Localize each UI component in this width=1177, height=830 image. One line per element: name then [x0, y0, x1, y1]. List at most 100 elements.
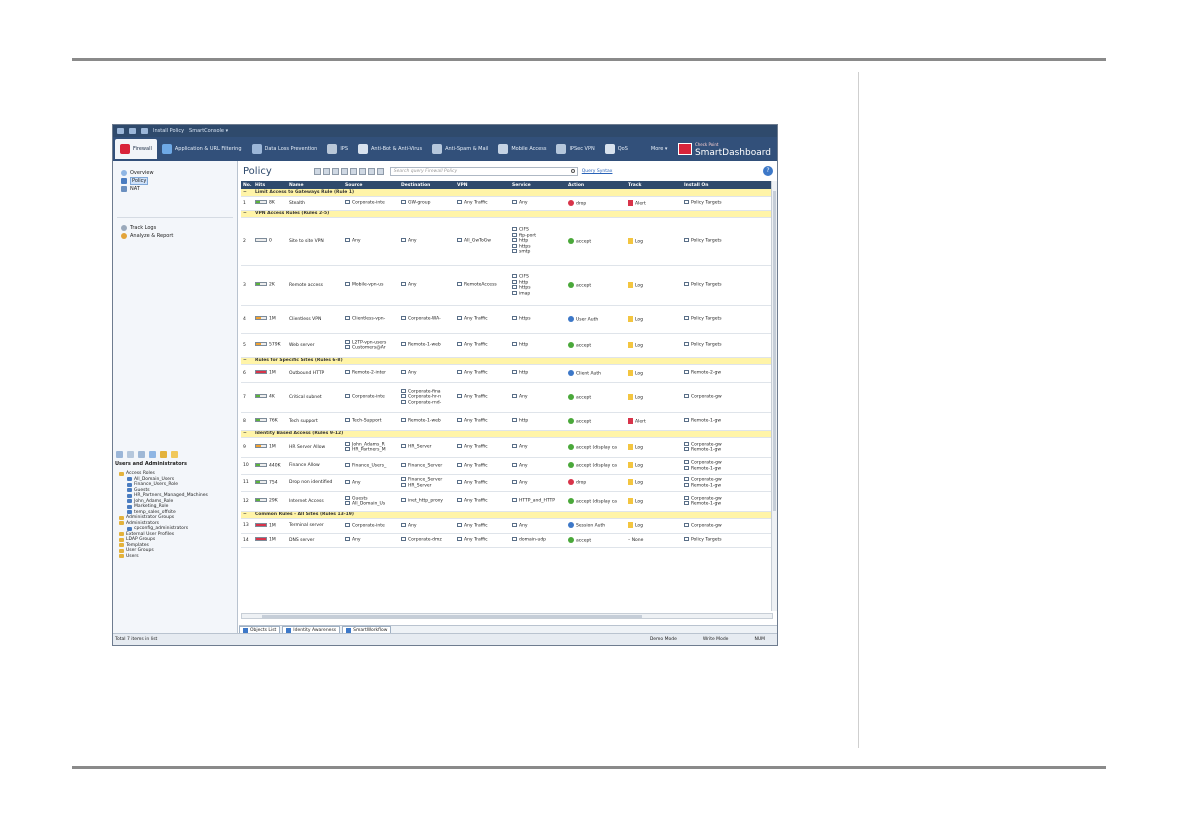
table-row[interactable]: 12 29K Internet Access Guests All_Domain_Us i… [241, 491, 773, 512]
rule-track[interactable]: Log [626, 457, 682, 475]
rule-action[interactable]: accept (display ca [566, 491, 626, 512]
rule-name[interactable]: Tech support [287, 412, 343, 431]
cell[interactable]: Any [510, 457, 566, 475]
column-header[interactable]: Action [566, 181, 626, 189]
help-icon[interactable]: ? [763, 166, 773, 176]
blade-tab[interactable]: Firewall [115, 139, 157, 159]
search-icon[interactable] [570, 168, 575, 173]
cell[interactable]: Any Traffic [455, 474, 510, 492]
rule-track[interactable]: Log [626, 364, 682, 383]
cell[interactable]: http [510, 333, 566, 358]
cell[interactable]: Any Traffic [455, 333, 510, 358]
nav-policy[interactable]: Policy [113, 177, 237, 185]
cell[interactable]: Any [399, 364, 455, 383]
rule-name[interactable]: Critical subnet [287, 382, 343, 413]
table-row[interactable]: 2 0 Site to site VPN Any Any All_GwToGw CIFS ft… [241, 217, 773, 266]
cell[interactable]: Any [510, 518, 566, 534]
cell[interactable]: Corporate-gw Remote-1-gw [682, 437, 745, 458]
cell[interactable]: Any Traffic [455, 491, 510, 512]
rule-action[interactable]: accept (display ca [566, 457, 626, 475]
blade-tab[interactable]: Application & URL Filtering [157, 139, 247, 159]
rule-name[interactable]: HR Server Allow [287, 437, 343, 458]
rule-track[interactable]: Log [626, 474, 682, 492]
cell[interactable]: Corporate-gw Remote-1-gw [682, 491, 745, 512]
cell[interactable]: HR_Server [399, 437, 455, 458]
nav-overview[interactable]: Overview [113, 169, 237, 177]
rule-action[interactable]: Session Auth [566, 518, 626, 534]
cell[interactable]: Any [399, 518, 455, 534]
blade-tab[interactable]: Mobile Access [493, 139, 551, 159]
table-row[interactable]: 6 1M Outbound HTTP Remote-2-inter Any Any Tra… [241, 364, 773, 383]
rule-action[interactable]: accept [566, 217, 626, 266]
rule-name[interactable]: DNS server [287, 533, 343, 548]
cell[interactable]: Policy Targets [682, 217, 745, 266]
column-header[interactable]: Hits [253, 181, 287, 189]
cell[interactable]: Any Traffic [455, 412, 510, 431]
cell[interactable]: Any [399, 217, 455, 266]
rule-name[interactable]: Internet Access [287, 491, 343, 512]
rule-track[interactable]: Log [626, 305, 682, 334]
vscroll-thumb[interactable] [773, 191, 776, 511]
blade-tab[interactable]: IPSec VPN [551, 139, 599, 159]
cell[interactable]: Any Traffic [455, 437, 510, 458]
rule-name[interactable]: Web server [287, 333, 343, 358]
horizontal-scrollbar[interactable] [241, 613, 773, 619]
rule-track[interactable]: Log [626, 518, 682, 534]
expand-icon[interactable] [358, 167, 366, 175]
cell[interactable]: Tech-Support [343, 412, 399, 431]
cell[interactable]: Remote-2-gw [682, 364, 745, 383]
cut-icon[interactable] [349, 167, 357, 175]
column-header[interactable]: Install On [682, 181, 745, 189]
cell[interactable]: Clientless-vpn- [343, 305, 399, 334]
add-rule-below-icon[interactable] [322, 167, 330, 175]
resources-icon[interactable] [138, 450, 145, 458]
cell[interactable]: Finance_Server [399, 457, 455, 475]
section-row[interactable]: − Limit Access to Gateways Rule (Rule 1) [241, 189, 773, 197]
rule-name[interactable]: Remote access [287, 265, 343, 306]
column-header[interactable]: Track [626, 181, 682, 189]
cell[interactable]: Finance_Users_ [343, 457, 399, 475]
rule-track[interactable]: Alert [626, 412, 682, 431]
nav-nat[interactable]: NAT [113, 185, 237, 193]
blade-tab[interactable]: Anti-Spam & Mail [427, 139, 493, 159]
rule-track[interactable]: – None [626, 533, 682, 548]
cell[interactable]: RemoteAccess [455, 265, 510, 306]
column-header[interactable]: No. [241, 181, 253, 189]
rule-name[interactable]: Drop non identified [287, 474, 343, 492]
table-row[interactable]: 5 579K Web server L2TP-vpn-users Customers@A… [241, 333, 773, 358]
blade-tab[interactable]: More ▾ [633, 139, 673, 159]
table-row[interactable]: 8 76K Tech support Tech-Support Remote-1-web… [241, 412, 773, 431]
cell[interactable]: Corporate-inte [343, 196, 399, 211]
cell[interactable]: Policy Targets [682, 333, 745, 358]
rule-action[interactable]: Client Auth [566, 364, 626, 383]
rule-action[interactable]: drop [566, 196, 626, 211]
cell[interactable]: Corporate-fina Corporate-hr-n Corporate-rn… [399, 382, 455, 413]
rule-name[interactable]: Site to site VPN [287, 217, 343, 266]
cell[interactable]: Any Traffic [455, 518, 510, 534]
cell[interactable]: Any [510, 196, 566, 211]
rule-action[interactable]: accept [566, 382, 626, 413]
vpn-communities-icon[interactable] [171, 450, 178, 458]
section-row[interactable]: − Rules for Specific Sites (Rules 6-8) [241, 357, 773, 365]
cell[interactable]: Remote-1-web [399, 412, 455, 431]
cell[interactable]: Any [343, 217, 399, 266]
rule-name[interactable]: Terminal server [287, 518, 343, 534]
cell[interactable]: Any [399, 265, 455, 306]
cell[interactable]: Corporate-dmz [399, 533, 455, 548]
cell[interactable]: https [510, 305, 566, 334]
blade-tab[interactable]: IPS [322, 139, 353, 159]
rule-name[interactable]: Finance Allow [287, 457, 343, 475]
section-row[interactable]: − Identity Based Access (Rules 9-12) [241, 430, 773, 438]
cell[interactable]: Any Traffic [455, 364, 510, 383]
cell[interactable]: http [510, 364, 566, 383]
cell[interactable]: Any Traffic [455, 533, 510, 548]
rule-action[interactable]: accept [566, 533, 626, 548]
rule-action[interactable]: accept [566, 412, 626, 431]
cell[interactable]: http [510, 412, 566, 431]
table-row[interactable]: 11 754 Drop non identified Any Finance_Serve… [241, 474, 773, 492]
section-toggle[interactable]: − [241, 189, 253, 197]
cell[interactable]: Corporate-WA- [399, 305, 455, 334]
cell[interactable]: Any Traffic [455, 457, 510, 475]
search-input[interactable]: Search query Firewall Policy [389, 166, 578, 176]
save-icon[interactable] [129, 128, 136, 134]
